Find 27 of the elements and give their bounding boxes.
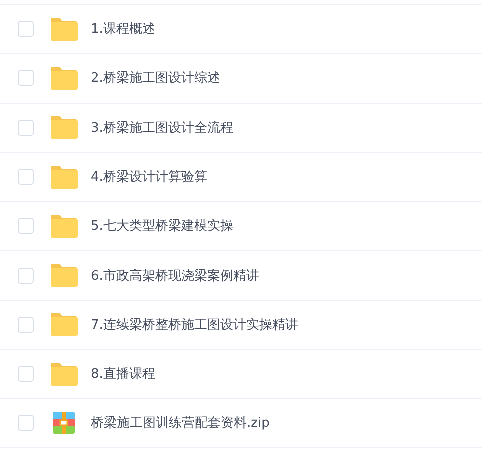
folder-name[interactable]: 7.连续梁桥整桥施工图设计实操精讲: [91, 316, 298, 334]
folder-icon: [50, 313, 78, 336]
checkbox[interactable]: [18, 366, 34, 382]
checkbox[interactable]: [18, 415, 34, 432]
folder-icon: [50, 166, 78, 189]
checkbox[interactable]: [18, 268, 34, 284]
folder-icon: [50, 18, 78, 41]
checkbox[interactable]: [18, 218, 34, 234]
folder-icon: [50, 264, 78, 288]
folder-icon: [50, 214, 78, 238]
archive-icon: [53, 412, 75, 434]
checkbox[interactable]: [18, 169, 34, 186]
folder-icon: [50, 66, 78, 90]
folder-name[interactable]: 1.课程概述: [91, 20, 156, 38]
checkbox[interactable]: [18, 316, 34, 333]
checkbox[interactable]: [18, 21, 34, 38]
folder-name[interactable]: 3.桥梁施工图设计全流程: [91, 118, 234, 137]
folder-name[interactable]: 4.桥梁设计计算验算: [91, 168, 208, 186]
folder-name[interactable]: 2.桥梁施工图设计综述: [91, 69, 220, 88]
folder-icon: [50, 362, 78, 386]
checkbox[interactable]: [18, 120, 34, 136]
folder-icon: [50, 116, 78, 140]
folder-name[interactable]: 5.七大类型桥梁建模实操: [91, 217, 234, 236]
folder-name[interactable]: 8.直播课程: [91, 365, 156, 384]
file-name[interactable]: 桥梁施工图训练营配套资料.zip: [91, 414, 270, 432]
checkbox[interactable]: [18, 70, 34, 86]
folder-name[interactable]: 6.市政高架桥现浇梁案例精讲: [91, 266, 260, 285]
